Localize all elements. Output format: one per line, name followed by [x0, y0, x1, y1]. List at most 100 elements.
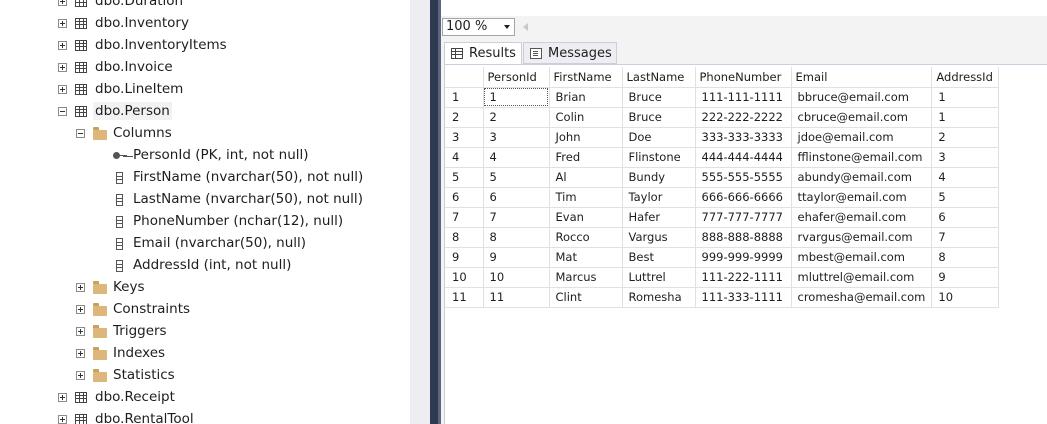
- table-cell[interactable]: jdoe@email.com: [791, 127, 933, 148]
- table-cell[interactable]: Al: [549, 167, 623, 188]
- table-cell[interactable]: 2: [483, 107, 550, 128]
- row-number[interactable]: 4: [445, 147, 484, 168]
- tab-results[interactable]: Results: [444, 42, 522, 64]
- table-cell[interactable]: 999-999-9999: [695, 247, 792, 268]
- table-cell[interactable]: 4: [931, 167, 1000, 188]
- expand-icon[interactable]: [58, 19, 67, 28]
- row-number[interactable]: 9: [445, 247, 484, 268]
- table-cell[interactable]: ehafer@email.com: [791, 207, 933, 228]
- tree-item-dbo-lineitem[interactable]: dbo.LineItem: [0, 79, 410, 101]
- table-cell[interactable]: mluttrel@email.com: [791, 267, 933, 288]
- table-cell[interactable]: 4: [483, 147, 550, 168]
- table-cell[interactable]: 10: [931, 287, 1000, 308]
- table-cell[interactable]: ttaylor@email.com: [791, 187, 933, 208]
- table-cell[interactable]: 1: [483, 87, 550, 108]
- collapse-icon[interactable]: [76, 129, 85, 138]
- tree-item-statistics[interactable]: Statistics: [0, 365, 410, 387]
- row-number[interactable]: 8: [445, 227, 484, 248]
- tree-item-email-nvarchar-50-null[interactable]: Email (nvarchar(50), null): [0, 233, 410, 255]
- tree-item-dbo-inventory[interactable]: dbo.Inventory: [0, 13, 410, 35]
- table-cell[interactable]: rvargus@email.com: [791, 227, 933, 248]
- table-cell[interactable]: Mat: [549, 247, 623, 268]
- tree-item-columns[interactable]: Columns: [0, 123, 410, 145]
- tree-item-dbo-rentaltool[interactable]: dbo.RentalTool: [0, 409, 410, 424]
- expand-icon[interactable]: [58, 85, 67, 94]
- tree-item-dbo-duration[interactable]: dbo.Duration: [0, 0, 410, 13]
- tree-item-dbo-person[interactable]: dbo.Person: [0, 101, 410, 123]
- tree-item-firstname-nvarchar-50-not-null[interactable]: FirstName (nvarchar(50), not null): [0, 167, 410, 189]
- table-cell[interactable]: 333-333-3333: [695, 127, 792, 148]
- table-cell[interactable]: 10: [483, 267, 550, 288]
- tree-item-keys[interactable]: Keys: [0, 277, 410, 299]
- row-number[interactable]: 5: [445, 167, 484, 188]
- table-cell[interactable]: Brian: [549, 87, 623, 108]
- expand-icon[interactable]: [76, 349, 85, 358]
- table-cell[interactable]: Colin: [549, 107, 623, 128]
- expand-icon[interactable]: [58, 41, 67, 50]
- expand-icon[interactable]: [58, 415, 67, 424]
- tree-item-personid-pk-int-not-null[interactable]: PersonId (PK, int, not null): [0, 145, 410, 167]
- table-cell[interactable]: cbruce@email.com: [791, 107, 933, 128]
- table-cell[interactable]: Rocco: [549, 227, 623, 248]
- row-number[interactable]: 1: [445, 87, 484, 108]
- row-number[interactable]: 6: [445, 187, 484, 208]
- table-cell[interactable]: 11: [483, 287, 550, 308]
- expand-icon[interactable]: [58, 63, 67, 72]
- column-header[interactable]: PhoneNumber: [695, 67, 792, 88]
- tree-item-dbo-invoice[interactable]: dbo.Invoice: [0, 57, 410, 79]
- table-cell[interactable]: 9: [483, 247, 550, 268]
- table-cell[interactable]: Fred: [549, 147, 623, 168]
- table-cell[interactable]: Flinstone: [622, 147, 696, 168]
- table-cell[interactable]: 1: [931, 87, 1000, 108]
- table-cell[interactable]: Clint: [549, 287, 623, 308]
- table-cell[interactable]: 666-666-6666: [695, 187, 792, 208]
- table-cell[interactable]: Bruce: [622, 107, 696, 128]
- table-cell[interactable]: Luttrel: [622, 267, 696, 288]
- table-cell[interactable]: cromesha@email.com: [791, 287, 933, 308]
- table-cell[interactable]: 777-777-7777: [695, 207, 792, 228]
- table-cell[interactable]: Vargus: [622, 227, 696, 248]
- table-cell[interactable]: 3: [931, 147, 1000, 168]
- expand-icon[interactable]: [76, 371, 85, 380]
- table-cell[interactable]: 1: [931, 107, 1000, 128]
- row-number[interactable]: 2: [445, 107, 484, 128]
- table-cell[interactable]: 2: [931, 127, 1000, 148]
- table-cell[interactable]: Taylor: [622, 187, 696, 208]
- column-header[interactable]: LastName: [622, 67, 696, 88]
- pane-splitter[interactable]: [410, 0, 430, 424]
- table-cell[interactable]: Bruce: [622, 87, 696, 108]
- expand-icon[interactable]: [76, 305, 85, 314]
- row-number[interactable]: 11: [445, 287, 484, 308]
- table-cell[interactable]: 6: [483, 187, 550, 208]
- tree-item-addressid-int-not-null[interactable]: AddressId (int, not null): [0, 255, 410, 277]
- table-cell[interactable]: 5: [931, 187, 1000, 208]
- query-editor-area[interactable]: [441, 0, 1047, 16]
- zoom-select[interactable]: 100 %: [442, 18, 515, 36]
- table-cell[interactable]: Romesha: [622, 287, 696, 308]
- expand-icon[interactable]: [58, 0, 67, 6]
- row-number[interactable]: 3: [445, 127, 484, 148]
- table-cell[interactable]: Best: [622, 247, 696, 268]
- table-cell[interactable]: 7: [931, 227, 1000, 248]
- scroll-left-icon[interactable]: [523, 23, 528, 31]
- tree-item-dbo-inventoryitems[interactable]: dbo.InventoryItems: [0, 35, 410, 57]
- tree-item-dbo-receipt[interactable]: dbo.Receipt: [0, 387, 410, 409]
- expand-icon[interactable]: [76, 283, 85, 292]
- column-header[interactable]: AddressId: [931, 67, 1000, 88]
- expand-icon[interactable]: [76, 327, 85, 336]
- table-cell[interactable]: Tim: [549, 187, 623, 208]
- tree-item-triggers[interactable]: Triggers: [0, 321, 410, 343]
- column-header[interactable]: PersonId: [483, 67, 550, 88]
- table-cell[interactable]: 222-222-2222: [695, 107, 792, 128]
- table-cell[interactable]: 111-333-1111: [695, 287, 792, 308]
- table-cell[interactable]: 9: [931, 267, 1000, 288]
- table-cell[interactable]: Marcus: [549, 267, 623, 288]
- table-cell[interactable]: 8: [931, 247, 1000, 268]
- table-cell[interactable]: Doe: [622, 127, 696, 148]
- table-cell[interactable]: 111-111-1111: [695, 87, 792, 108]
- table-cell[interactable]: 6: [931, 207, 1000, 228]
- table-cell[interactable]: 888-888-8888: [695, 227, 792, 248]
- tab-messages[interactable]: Messages: [523, 42, 617, 64]
- table-cell[interactable]: bbruce@email.com: [791, 87, 933, 108]
- row-number[interactable]: 7: [445, 207, 484, 228]
